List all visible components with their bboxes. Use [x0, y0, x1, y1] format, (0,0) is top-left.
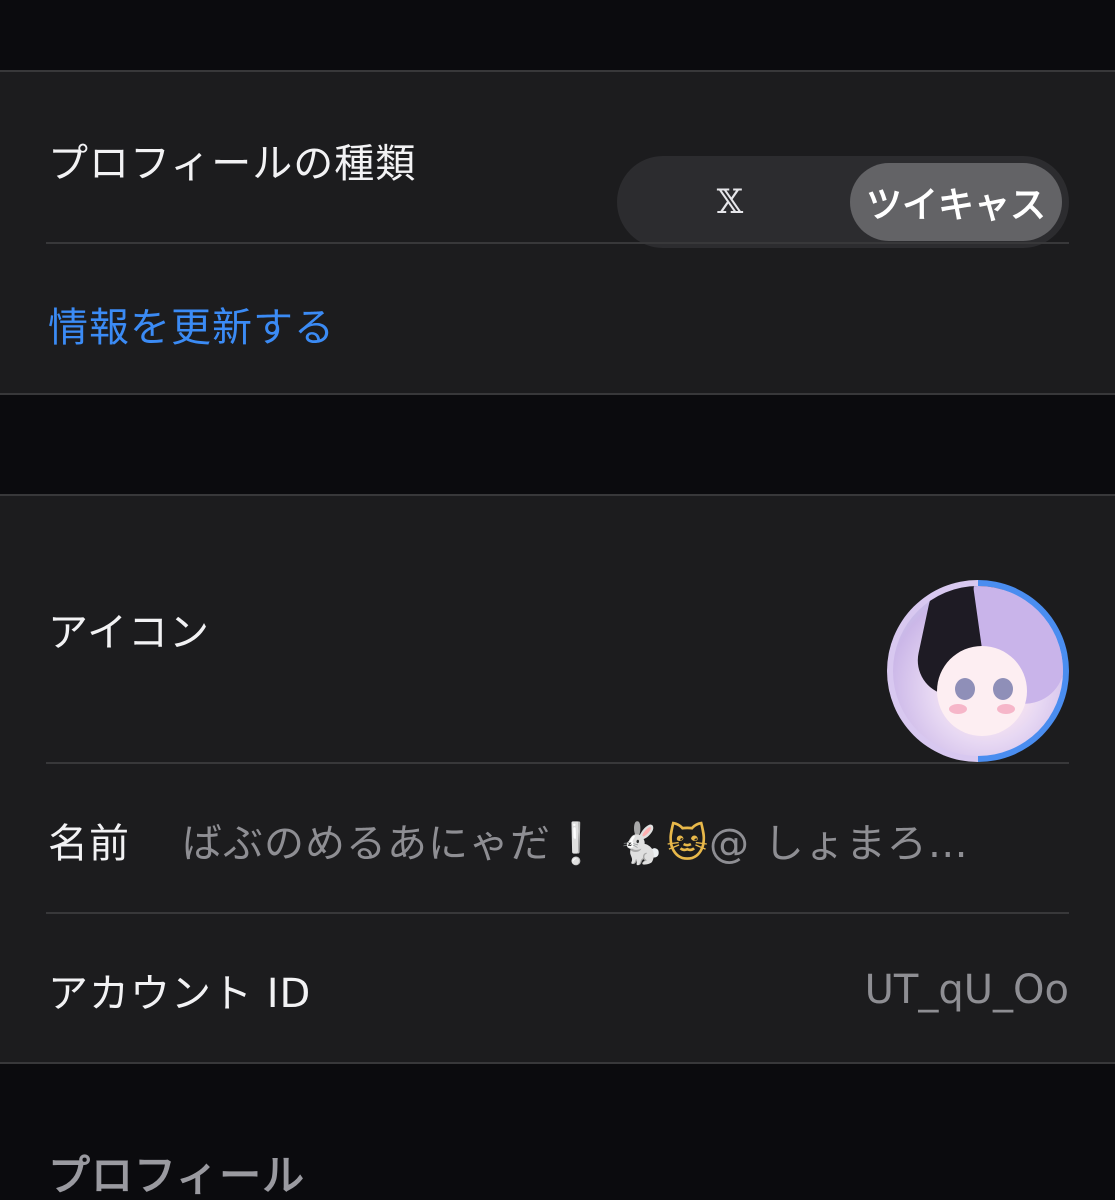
account-id-label: アカウント ID	[48, 971, 312, 1017]
divider	[46, 242, 1069, 244]
avatar-face	[937, 646, 1027, 736]
profile-type-group: プロフィールの種類 𝕏 ツイキャス 情報を更新する	[0, 70, 1115, 395]
icon-row[interactable]: アイコン	[48, 538, 1069, 762]
name-value-tail: @ しょまろ…	[709, 821, 969, 867]
name-label: 名前	[48, 821, 130, 867]
icon-label: アイコン	[48, 610, 210, 656]
exclamation-emoji-icon: ❕	[551, 821, 602, 867]
name-row[interactable]: 名前 ばぶのめるあにゃだ❕ 🐇🐱@ しょまろ…	[48, 796, 1069, 884]
segment-twitcasting[interactable]: ツイキャス	[850, 163, 1062, 241]
profile-settings-screen: プロフィールの種類 𝕏 ツイキャス 情報を更新する アイコン 名前 ばぶのめるあ…	[0, 0, 1115, 1200]
name-value-text: ばぶのめるあにゃだ	[182, 821, 551, 867]
update-info-row[interactable]: 情報を更新する	[48, 280, 1069, 368]
profile-type-row: プロフィールの種類 𝕏 ツイキャス	[48, 114, 1069, 248]
account-id-row[interactable]: アカウント ID UT_qU_Oo	[48, 946, 1069, 1034]
account-id-value[interactable]: UT_qU_Oo	[865, 967, 1069, 1013]
segment-x[interactable]: 𝕏	[624, 163, 836, 241]
profile-type-label: プロフィールの種類	[48, 141, 417, 187]
cat-emoji-icon: 🐱	[666, 821, 710, 867]
name-value[interactable]: ばぶのめるあにゃだ❕ 🐇🐱@ しょまろ…	[182, 811, 969, 869]
profile-section-header: プロフィール	[48, 1151, 306, 1200]
avatar[interactable]	[887, 580, 1069, 762]
account-info-group: アイコン 名前 ばぶのめるあにゃだ❕ 🐇🐱@ しょまろ… アカウント ID UT…	[0, 494, 1115, 1064]
avatar-blush-left	[949, 704, 967, 714]
update-info-link[interactable]: 情報を更新する	[48, 295, 335, 353]
profile-type-segmented-control[interactable]: 𝕏 ツイキャス	[617, 156, 1069, 248]
rabbit-emoji-icon: 🐇	[615, 821, 667, 867]
avatar-blush-right	[997, 704, 1015, 714]
avatar-eye-right	[993, 678, 1013, 700]
avatar-image	[893, 586, 1063, 756]
avatar-eye-left	[955, 678, 975, 700]
divider	[46, 912, 1069, 914]
divider	[46, 762, 1069, 764]
